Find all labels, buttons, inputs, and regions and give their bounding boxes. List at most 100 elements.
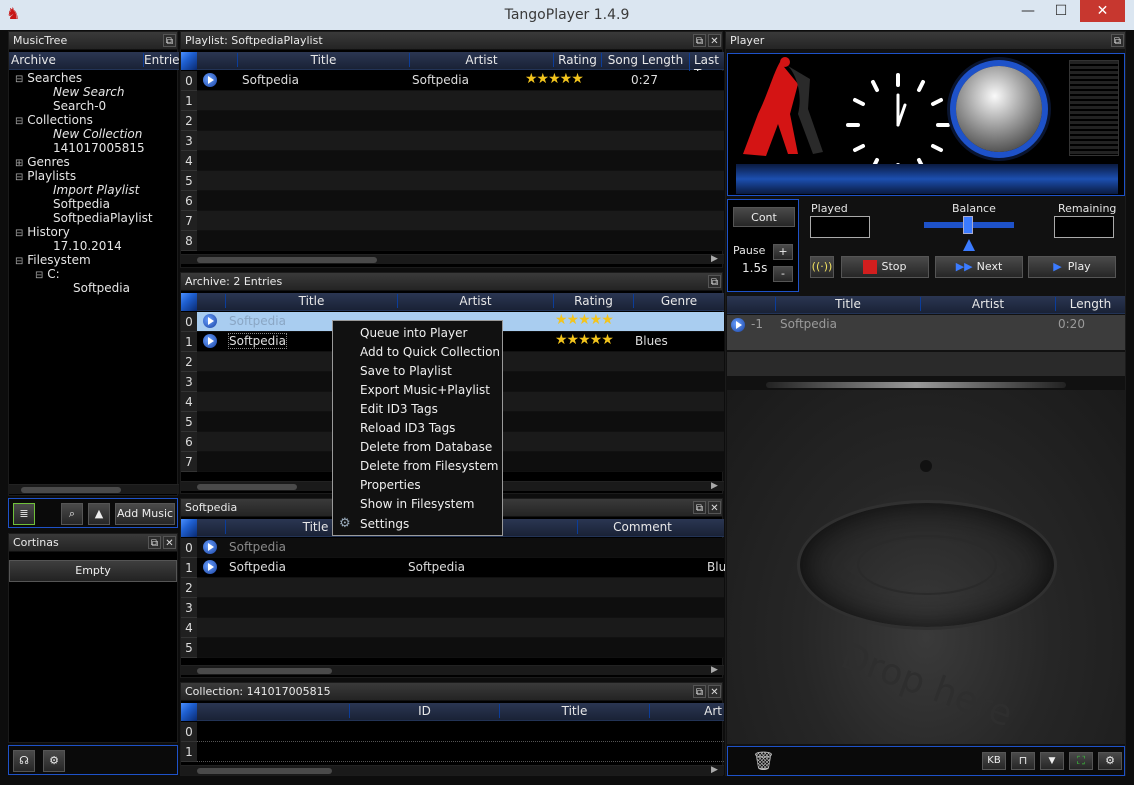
play-icon[interactable] (203, 314, 217, 328)
play-icon[interactable] (203, 540, 217, 554)
column-comment[interactable]: Comment (577, 520, 707, 534)
menu-show-in-filesystem[interactable]: Show in Filesystem (360, 497, 474, 511)
close-panel-icon[interactable]: ✕ (708, 34, 721, 47)
play-button[interactable]: ▶ Play (1028, 256, 1116, 278)
tree-item-search-0[interactable]: Search-0 (53, 99, 106, 113)
pause-increase-button[interactable]: + (773, 244, 793, 260)
tree-item-softpedia-folder[interactable]: Softpedia (73, 281, 130, 295)
collapse-icon[interactable]: ⊟ (15, 172, 23, 183)
next-button[interactable]: ▶▶ Next (935, 256, 1023, 278)
column-length[interactable]: Length (1055, 297, 1125, 311)
column-title[interactable]: Title (237, 53, 409, 67)
tree-item-import-playlist[interactable]: Import Playlist (53, 183, 139, 197)
pulse-icon[interactable]: ⊓ (1011, 752, 1035, 770)
float-panel-icon[interactable]: ⧉ (148, 536, 161, 549)
column-title[interactable]: Title (499, 704, 649, 718)
rating-stars[interactable]: ★★★★★ (525, 71, 584, 87)
float-panel-icon[interactable]: ⧉ (693, 501, 706, 514)
menu-add-to-quick-collection[interactable]: Add to Quick Collection (360, 345, 500, 359)
tree-item-drive-c[interactable]: C: (47, 267, 59, 281)
menu-settings[interactable]: Settings (360, 517, 409, 531)
playlist-hscrollbar[interactable]: ▶ (181, 254, 724, 264)
tree-item-collection-id[interactable]: 141017005815 (53, 141, 145, 155)
rating-stars[interactable]: ★★★★★ (555, 332, 614, 348)
tree-item-history[interactable]: History (27, 225, 70, 239)
collapse-icon[interactable]: ⊟ (35, 270, 43, 281)
tree-item-playlists[interactable]: Playlists (27, 169, 76, 183)
play-icon[interactable] (203, 73, 217, 87)
tree-item-genres[interactable]: Genres (27, 155, 70, 169)
menu-export-music-playlist[interactable]: Export Music+Playlist (360, 383, 490, 397)
stop-button[interactable]: Stop (841, 256, 929, 278)
menu-delete-from-filesystem[interactable]: Delete from Filesystem (360, 459, 498, 473)
column-artist[interactable]: Art (649, 704, 724, 718)
tree-item-softpedia-playlist[interactable]: SoftpediaPlaylist (53, 211, 153, 225)
tree-item-filesystem[interactable]: Filesystem (27, 253, 90, 267)
collection-hscrollbar[interactable]: ▶ (181, 765, 724, 775)
float-panel-icon[interactable]: ⧉ (693, 685, 706, 698)
trash-icon[interactable]: 🗑 (752, 751, 775, 772)
tree-item-searches[interactable]: Searches (27, 71, 82, 85)
tree-item-new-collection[interactable]: New Collection (53, 127, 142, 141)
column-genre[interactable]: Genre (633, 294, 724, 308)
play-icon[interactable] (203, 560, 217, 574)
cortina-empty-button[interactable]: Empty (9, 560, 177, 582)
tree-item-softpedia[interactable]: Softpedia (53, 197, 110, 211)
gear-icon[interactable]: ⚙ (43, 750, 65, 772)
archive-column[interactable]: Archive (11, 53, 56, 67)
menu-save-to-playlist[interactable]: Save to Playlist (360, 364, 452, 378)
column-artist[interactable]: Artist (397, 294, 553, 308)
up-arrow-icon[interactable]: ▲ (88, 503, 110, 525)
column-id[interactable]: ID (349, 704, 499, 718)
tree-item-collections[interactable]: Collections (27, 113, 93, 127)
column-artist[interactable]: Artist (409, 53, 553, 67)
gear-icon[interactable]: ⚙ (1098, 752, 1122, 770)
progress-bar[interactable] (736, 164, 1118, 194)
column-artist[interactable]: Artist (920, 297, 1055, 311)
expand-icon[interactable]: ⊞ (15, 158, 23, 169)
tree-item-new-search[interactable]: New Search (53, 85, 124, 99)
float-panel-icon[interactable]: ⧉ (1111, 34, 1124, 47)
close-panel-icon[interactable]: ✕ (163, 536, 176, 549)
menu-delete-from-database[interactable]: Delete from Database (360, 440, 492, 454)
close-button[interactable]: ✕ (1080, 0, 1125, 22)
collapse-icon[interactable]: ⊟ (15, 74, 23, 85)
menu-properties[interactable]: Properties (360, 478, 421, 492)
queue-scrollbar[interactable] (766, 382, 1066, 388)
close-panel-icon[interactable]: ✕ (708, 501, 721, 514)
search-icon[interactable]: ⌕ (61, 503, 83, 525)
database-icon[interactable]: ≣ (13, 503, 35, 525)
pause-decrease-button[interactable]: - (773, 266, 793, 282)
float-panel-icon[interactable]: ⧉ (693, 34, 706, 47)
minimize-button[interactable]: — (1013, 0, 1043, 22)
play-icon[interactable] (203, 334, 217, 348)
column-title[interactable]: Title (775, 297, 920, 311)
collapse-icon[interactable]: ⊟ (15, 256, 23, 267)
column-title[interactable]: Title (225, 294, 397, 308)
fullscreen-icon[interactable]: ⛶ (1069, 752, 1093, 770)
queue-row[interactable]: -1 Softpedia 0:20 (727, 315, 1125, 351)
balance-slider[interactable] (963, 216, 973, 234)
kb-button[interactable]: KB (982, 752, 1006, 770)
continuous-button[interactable]: Cont (733, 207, 795, 227)
column-rating[interactable]: Rating (553, 53, 601, 67)
menu-reload-id3-tags[interactable]: Reload ID3 Tags (360, 421, 455, 435)
add-music-button[interactable]: Add Music (115, 503, 175, 525)
maximize-button[interactable]: ☐ (1046, 0, 1076, 22)
float-panel-icon[interactable]: ⧉ (708, 275, 721, 288)
rating-stars[interactable]: ★★★★★ (555, 312, 614, 328)
tree-hscrollbar[interactable] (9, 484, 179, 494)
dropdown-icon[interactable]: ▼ (1040, 752, 1064, 770)
volume-knob[interactable] (956, 66, 1042, 152)
menu-queue-into-player[interactable]: Queue into Player (360, 326, 467, 340)
play-icon[interactable] (731, 318, 745, 332)
close-panel-icon[interactable]: ✕ (708, 685, 721, 698)
column-song-length[interactable]: Song Length (601, 53, 689, 67)
float-panel-icon[interactable]: ⧉ (163, 34, 176, 47)
headphones-icon[interactable]: ☊ (13, 750, 35, 772)
column-rating[interactable]: Rating (553, 294, 633, 308)
table-row[interactable]: Softpedia Softpedia ★★★★★ 0:27 (197, 71, 724, 91)
tree-item-history-date[interactable]: 17.10.2014 (53, 239, 122, 253)
collapse-icon[interactable]: ⊟ (15, 116, 23, 127)
wifi-icon[interactable]: ((·)) (810, 256, 834, 278)
